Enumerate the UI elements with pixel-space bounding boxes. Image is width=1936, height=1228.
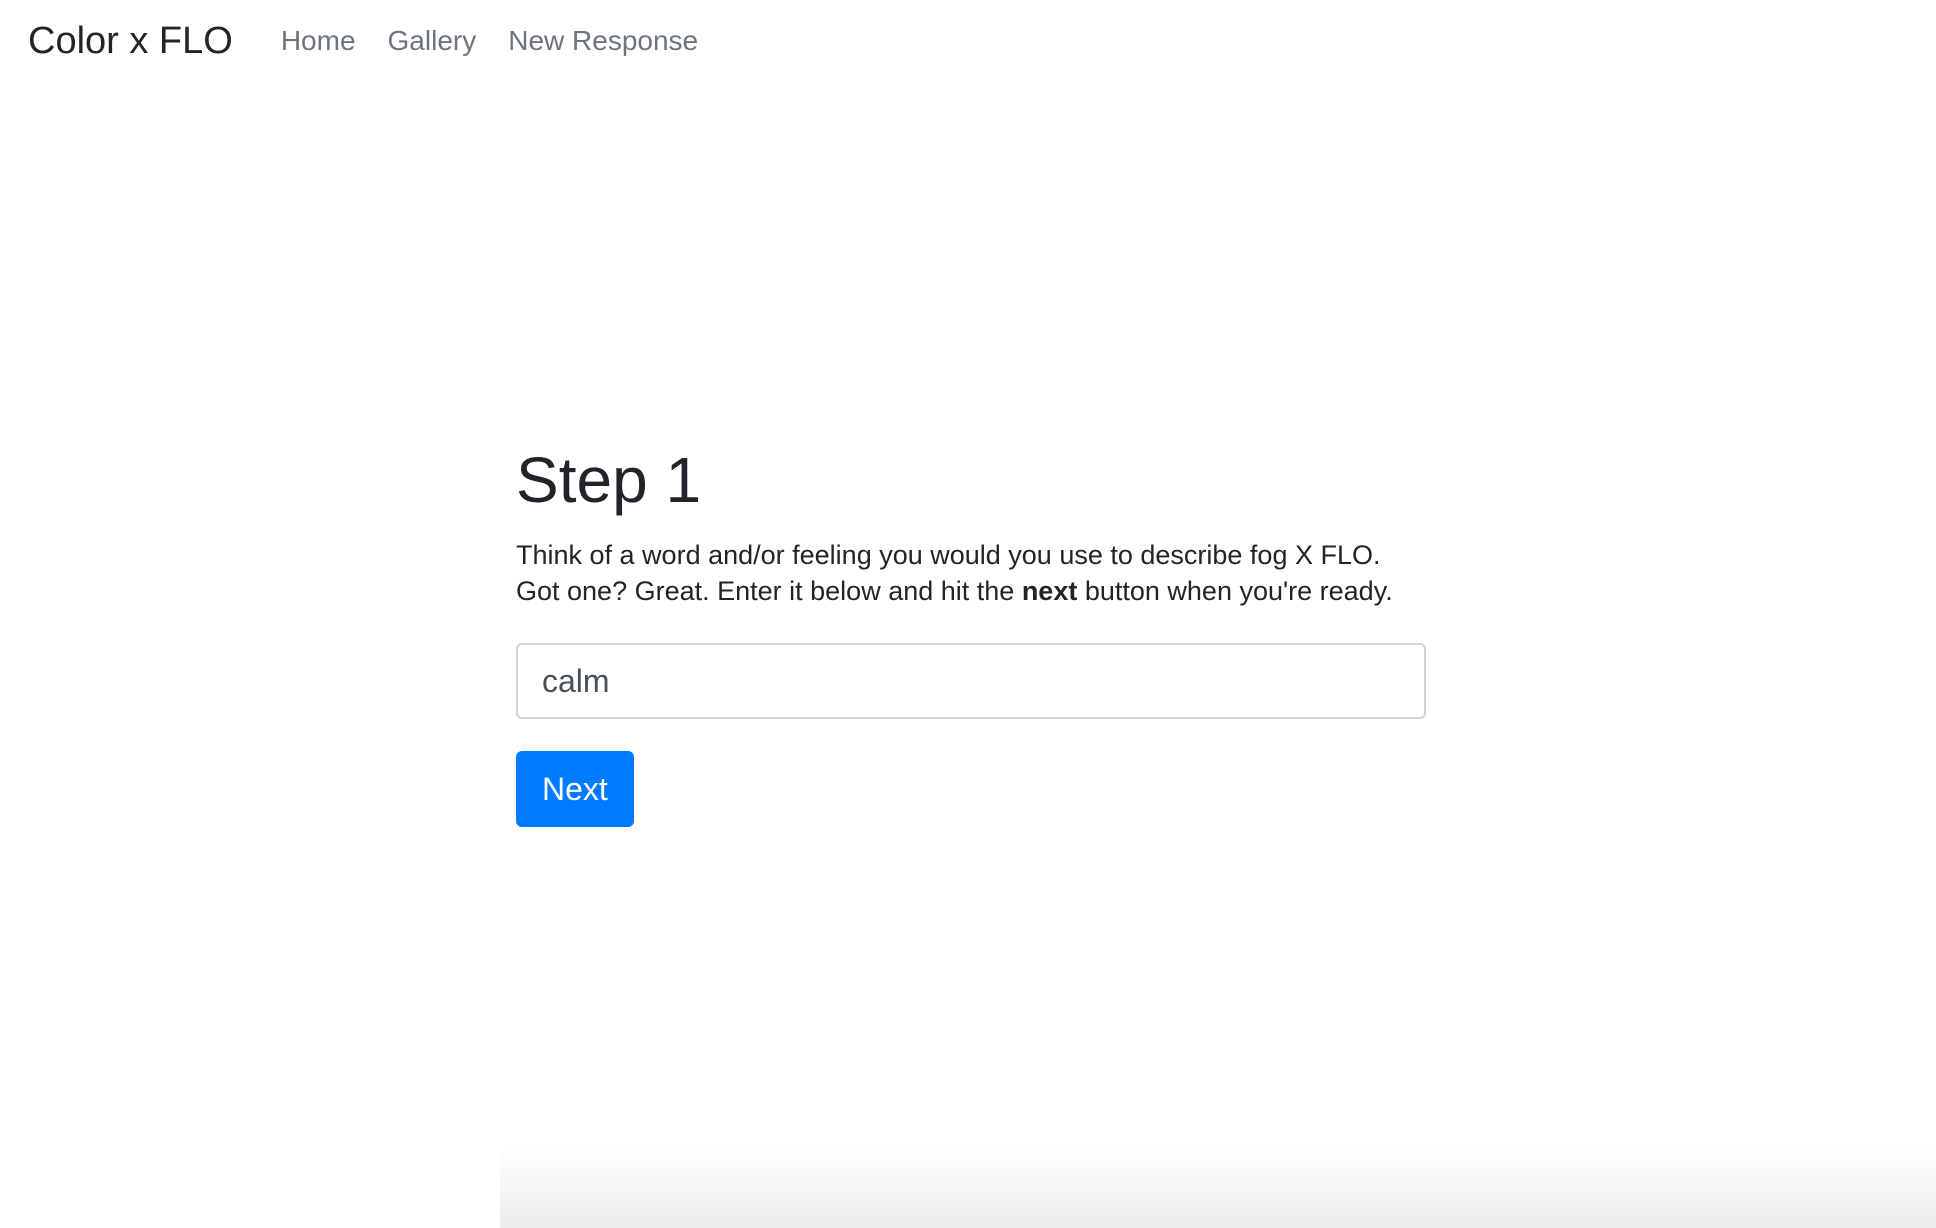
navbar: Color x FLO Home Gallery New Response (0, 0, 1936, 82)
instructions-line-2-end: button when you're ready. (1077, 576, 1393, 607)
instructions-next-emphasis: next (1021, 576, 1078, 607)
bottom-shadow (500, 1148, 1936, 1228)
instructions: Think of a word and/or feeling you would… (516, 537, 1426, 609)
step-form: Step 1 Think of a word and/or feeling yo… (516, 444, 1426, 828)
nav-link-gallery[interactable]: Gallery (388, 25, 477, 57)
nav-link-new-response[interactable]: New Response (508, 25, 698, 57)
instructions-line-2-start: Got one? Great. Enter it below and hit t… (516, 576, 1022, 607)
word-input[interactable] (516, 643, 1426, 720)
brand-link[interactable]: Color x FLO (28, 20, 233, 63)
next-button[interactable]: Next (516, 751, 634, 828)
instructions-line-1: Think of a word and/or feeling you would… (516, 540, 1381, 571)
nav-link-home[interactable]: Home (281, 25, 356, 57)
step-heading: Step 1 (516, 444, 702, 516)
